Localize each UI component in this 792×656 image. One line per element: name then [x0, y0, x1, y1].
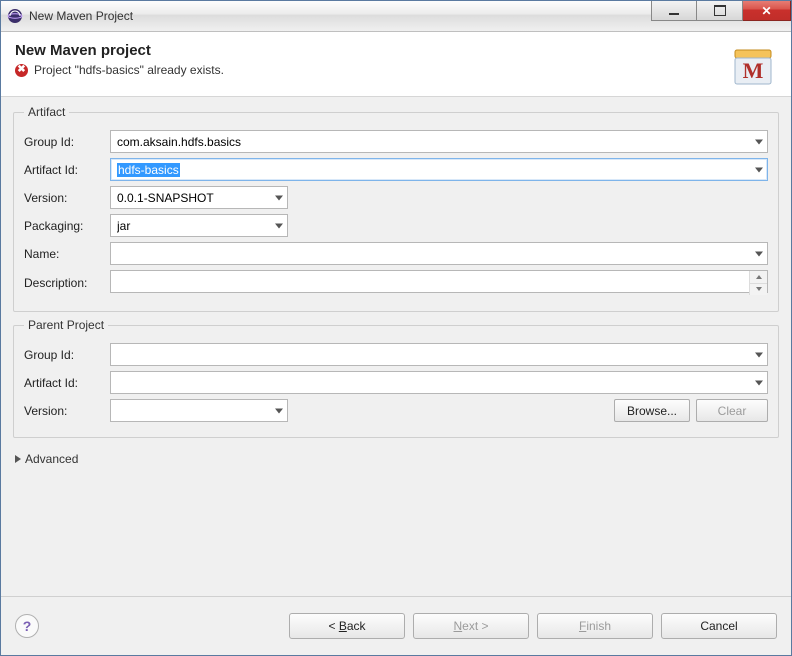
name-label: Name:	[24, 247, 110, 261]
dialog-window: New Maven Project ✕ New Maven project ✖ …	[0, 0, 792, 656]
parent-group-id-label: Group Id:	[24, 348, 110, 362]
eclipse-icon	[7, 8, 23, 24]
maximize-button[interactable]	[697, 1, 743, 21]
description-textarea[interactable]	[110, 270, 768, 293]
help-icon[interactable]: ?	[15, 614, 39, 638]
close-button[interactable]: ✕	[743, 1, 791, 21]
minimize-button[interactable]	[651, 1, 697, 21]
browse-button[interactable]: Browse...	[614, 399, 690, 422]
svg-text:M: M	[743, 58, 764, 83]
artifact-id-combo[interactable]: hdfs-basics	[110, 158, 768, 181]
parent-version-input[interactable]	[117, 402, 272, 419]
back-button[interactable]: < Back	[289, 613, 405, 639]
parent-group-id-input[interactable]	[117, 346, 745, 363]
chevron-down-icon	[755, 352, 763, 357]
banner-heading: New Maven project	[15, 42, 729, 59]
chevron-down-icon	[755, 251, 763, 256]
advanced-label: Advanced	[25, 452, 78, 466]
parent-artifact-id-combo[interactable]	[110, 371, 768, 394]
group-id-label: Group Id:	[24, 135, 110, 149]
name-input[interactable]	[117, 245, 745, 262]
parent-legend: Parent Project	[24, 318, 108, 332]
banner-error-text: Project "hdfs-basics" already exists.	[34, 63, 224, 77]
artifact-legend: Artifact	[24, 105, 69, 119]
wizard-content: Artifact Group Id: Artifact Id: hdfs-bas…	[1, 97, 791, 596]
parent-artifact-id-input[interactable]	[117, 374, 745, 391]
description-label: Description:	[24, 276, 110, 290]
clear-button[interactable]: Clear	[696, 399, 768, 422]
artifact-group: Artifact Group Id: Artifact Id: hdfs-bas…	[13, 105, 779, 312]
next-button[interactable]: Next >	[413, 613, 529, 639]
maven-logo-icon: M	[729, 42, 777, 90]
chevron-down-icon	[275, 223, 283, 228]
chevron-down-icon	[275, 408, 283, 413]
chevron-down-icon	[755, 139, 763, 144]
artifact-id-label: Artifact Id:	[24, 163, 110, 177]
packaging-combo[interactable]	[110, 214, 288, 237]
group-id-input[interactable]	[117, 133, 745, 150]
banner-error: ✖ Project "hdfs-basics" already exists.	[15, 63, 729, 77]
spinner-up-icon[interactable]	[750, 271, 767, 284]
name-combo[interactable]	[110, 242, 768, 265]
chevron-down-icon	[275, 195, 283, 200]
packaging-label: Packaging:	[24, 219, 110, 233]
wizard-button-bar: ? < Back Next > Finish Cancel	[1, 596, 791, 655]
version-label: Version:	[24, 191, 110, 205]
finish-button[interactable]: Finish	[537, 613, 653, 639]
titlebar[interactable]: New Maven Project ✕	[1, 1, 791, 32]
expand-right-icon	[15, 455, 21, 463]
artifact-id-value[interactable]: hdfs-basics	[117, 163, 180, 177]
parent-version-combo[interactable]	[110, 399, 288, 422]
parent-group-id-combo[interactable]	[110, 343, 768, 366]
version-input[interactable]	[117, 189, 272, 206]
window-title: New Maven Project	[29, 9, 133, 23]
window-controls: ✕	[651, 1, 791, 21]
parent-artifact-id-label: Artifact Id:	[24, 376, 110, 390]
chevron-down-icon	[755, 380, 763, 385]
spinner-down-icon[interactable]	[750, 284, 767, 296]
error-icon: ✖	[15, 64, 28, 77]
packaging-input[interactable]	[117, 217, 272, 234]
wizard-banner: New Maven project ✖ Project "hdfs-basics…	[1, 32, 791, 97]
cancel-button[interactable]: Cancel	[661, 613, 777, 639]
advanced-expander[interactable]: Advanced	[13, 444, 779, 466]
version-combo[interactable]	[110, 186, 288, 209]
parent-version-label: Version:	[24, 404, 110, 418]
chevron-down-icon	[755, 167, 763, 172]
group-id-combo[interactable]	[110, 130, 768, 153]
description-spinner[interactable]	[749, 271, 767, 295]
parent-project-group: Parent Project Group Id: Artifact Id:	[13, 318, 779, 438]
